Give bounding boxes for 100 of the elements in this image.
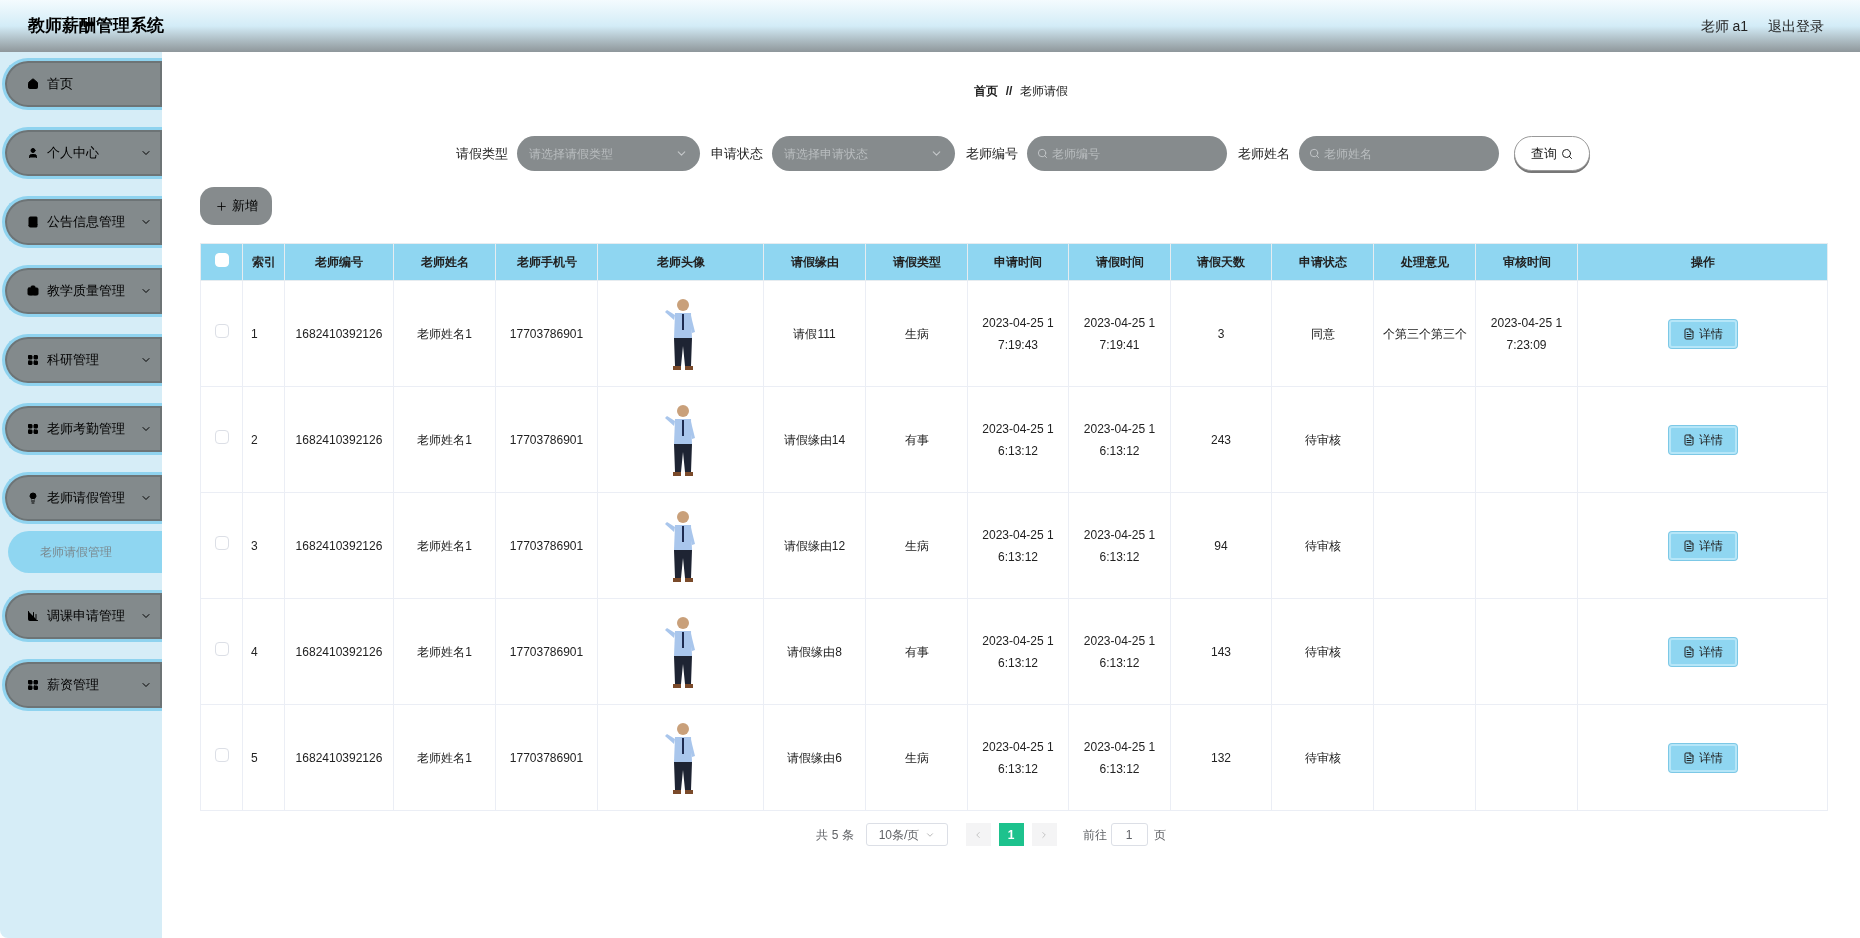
table-cell: 17703786901 <box>495 598 598 705</box>
table-cell-text: 2023-04-25 16:13:12 <box>1082 420 1157 460</box>
page-unit: 页 <box>1153 826 1166 844</box>
page-input[interactable]: 1 <box>1110 823 1148 846</box>
column-header: 老师手机号 <box>495 243 598 281</box>
lightbulb-icon <box>27 492 39 504</box>
next-page-button[interactable] <box>1031 823 1057 846</box>
table-cell: 老师姓名1 <box>393 598 496 705</box>
table-cell: 94 <box>1170 492 1272 599</box>
table-cell: 17703786901 <box>495 386 598 493</box>
table-cell: 请假缘由6 <box>763 704 866 811</box>
table-cell: 17703786901 <box>495 704 598 811</box>
table-cell: 同意 <box>1271 280 1374 387</box>
table-cell: 4 <box>242 598 285 705</box>
grid-icon <box>27 679 39 691</box>
column-header: 操作 <box>1577 243 1828 281</box>
table-cell: 个第三个第三个 <box>1382 326 1467 341</box>
table-cell-text: 2023-04-25 16:13:12 <box>981 738 1055 778</box>
previous-page-button[interactable] <box>965 823 991 846</box>
column-header: 索引 <box>242 243 285 281</box>
search-icon <box>1037 148 1048 159</box>
table-cell: 老师姓名1 <box>393 704 496 811</box>
column-header: 申请时间 <box>967 243 1069 281</box>
goto-label: 前往 <box>1082 826 1107 844</box>
plus-icon <box>214 199 228 213</box>
table-cell: 5 <box>242 704 285 811</box>
add-button[interactable]: 新增 <box>200 187 272 225</box>
logout-link[interactable]: 退出登录 <box>1768 15 1824 37</box>
grid-icon <box>27 423 39 435</box>
details-button[interactable]: 详情 <box>1668 531 1737 560</box>
table-cell: 1682410392126 <box>284 492 394 599</box>
column-header: 请假天数 <box>1170 243 1272 281</box>
total-count: 共 5 条 <box>816 826 854 844</box>
user-name: 老师 a1 <box>1700 16 1748 36</box>
details-button[interactable]: 详情 <box>1668 637 1737 666</box>
sidebar-item[interactable]: 调课申请管理 <box>2 590 162 642</box>
filter-label: 请假类型 <box>456 144 508 163</box>
details-button[interactable]: 详情 <box>1668 743 1737 772</box>
sidebar-item[interactable]: 薪资管理 <box>2 659 162 711</box>
sidebar-item[interactable]: 老师请假管理 <box>2 472 162 524</box>
checkbox[interactable] <box>214 324 229 338</box>
table-cell: 243 <box>1170 386 1272 493</box>
table-cell: 待审核 <box>1271 598 1374 705</box>
table-cell: 老师姓名1 <box>393 386 496 493</box>
filter-label: 老师姓名 <box>1238 144 1290 163</box>
page-size-select[interactable]: 10条/页 <box>865 823 948 846</box>
table-cell: 2 <box>242 386 285 493</box>
table-cell: 1682410392126 <box>284 704 394 811</box>
search-icon <box>1309 148 1320 159</box>
document-icon <box>1682 539 1695 552</box>
sidebar-item[interactable]: 科研管理 <box>2 334 162 386</box>
query-button[interactable]: 查询 <box>1514 136 1590 171</box>
document-icon <box>1682 645 1695 658</box>
table-cell-text: 2023-04-25 16:13:12 <box>981 526 1055 566</box>
sidebar-item[interactable]: 老师考勤管理 <box>2 403 162 455</box>
document-icon <box>1682 327 1695 340</box>
sidebar-item[interactable]: 首页 <box>2 58 162 110</box>
document-icon <box>1682 433 1695 446</box>
table-cell: 请假缘由12 <box>763 492 866 599</box>
table-cell: 1682410392126 <box>284 280 394 387</box>
details-button[interactable]: 详情 <box>1668 319 1737 348</box>
table-cell: 17703786901 <box>495 492 598 599</box>
breadcrumb-item: 老师请假 <box>1020 83 1069 100</box>
column-header: 申请状态 <box>1271 243 1374 281</box>
table-cell: 请假缘由14 <box>763 386 866 493</box>
briefcase-icon <box>27 285 39 297</box>
checkbox[interactable] <box>214 748 229 762</box>
details-button[interactable]: 详情 <box>1668 425 1737 454</box>
table-cell: 待审核 <box>1271 492 1374 599</box>
table-cell: 1 <box>242 280 285 387</box>
table-cell-text: 2023-04-25 17:19:41 <box>1082 314 1157 354</box>
table-cell-text: 2023-04-25 16:13:12 <box>1082 738 1157 778</box>
column-header: 请假缘由 <box>763 243 866 281</box>
sidebar-item[interactable]: 个人中心 <box>2 127 162 179</box>
table-cell: 生病 <box>865 280 968 387</box>
checkbox[interactable] <box>214 642 229 656</box>
checkbox[interactable] <box>214 536 229 550</box>
column-header: 请假类型 <box>865 243 968 281</box>
sidebar-item[interactable]: 公告信息管理 <box>2 196 162 248</box>
table-cell: 待审核 <box>1271 386 1374 493</box>
table-cell-text: 2023-04-25 16:13:12 <box>1082 632 1157 672</box>
table-cell-text: 2023-04-25 16:13:12 <box>1082 526 1157 566</box>
table-cell: 生病 <box>865 492 968 599</box>
breadcrumb-item[interactable]: 首页 <box>973 82 998 100</box>
table-cell: 1682410392126 <box>284 598 394 705</box>
document-icon <box>1682 751 1695 764</box>
table-cell: 3 <box>242 492 285 599</box>
grid-icon <box>27 354 39 366</box>
sidebar-item[interactable]: 教学质量管理 <box>2 265 162 317</box>
table-cell: 132 <box>1170 704 1272 811</box>
column-header: 处理意见 <box>1373 243 1476 281</box>
table-cell: 请假缘由8 <box>763 598 866 705</box>
home-icon <box>27 78 39 90</box>
table-cell: 143 <box>1170 598 1272 705</box>
column-header: 审核时间 <box>1475 243 1578 281</box>
table-cell: 生病 <box>865 704 968 811</box>
table-cell: 待审核 <box>1271 704 1374 811</box>
checkbox[interactable] <box>214 430 229 444</box>
column-header: 老师头像 <box>597 243 764 281</box>
table-cell: 有事 <box>865 386 968 493</box>
